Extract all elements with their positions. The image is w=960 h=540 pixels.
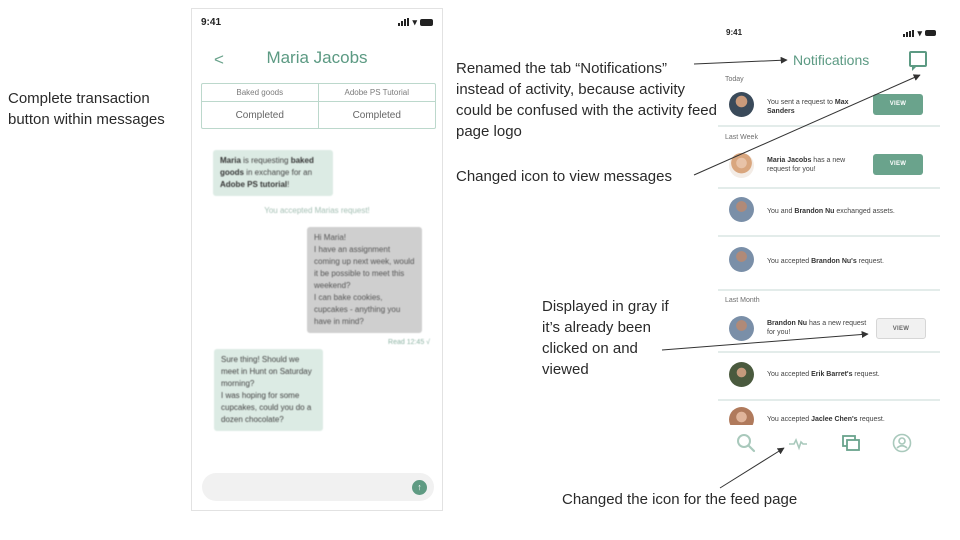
activity-pulse-icon[interactable] xyxy=(788,433,808,453)
notification-text: Brandon Nu has a new request for you! xyxy=(767,320,867,336)
tab-bar xyxy=(718,425,943,461)
chat-title: Maria Jacobs xyxy=(266,48,368,67)
view-button-viewed[interactable]: VIEW xyxy=(876,318,926,339)
divider xyxy=(718,351,940,353)
divider xyxy=(718,289,940,291)
avatar xyxy=(729,197,754,222)
status-time: 9:41 xyxy=(201,17,222,28)
annotation-message-icon: Changed icon to view messages xyxy=(456,168,672,185)
complete-button-right[interactable]: Completed xyxy=(319,102,436,128)
wifi-icon: ▾ xyxy=(412,17,417,27)
page-title: Notifications xyxy=(793,52,870,68)
divider xyxy=(718,125,940,127)
accepted-notice: You accepted Marias request! xyxy=(264,206,370,215)
sent-message: Hi Maria! I have an assignment coming up… xyxy=(307,227,422,333)
notification-text: Maria Jacobs has a new request for you! xyxy=(767,157,846,173)
status-time: 9:41 xyxy=(726,28,743,37)
complete-button-left[interactable]: Completed xyxy=(202,102,319,128)
send-button[interactable]: ↑ xyxy=(412,480,427,495)
avatar xyxy=(729,153,754,178)
view-button[interactable]: VIEW xyxy=(873,154,923,175)
received-message: Sure thing! Should we meet in Hunt on Sa… xyxy=(214,349,323,431)
section-last-week: Last Week xyxy=(725,134,758,141)
avatar xyxy=(729,92,754,117)
read-receipt: Read 12:45 √ xyxy=(388,339,430,346)
notifications-screen: 9:41 ▾ Notifications Today You sent a re… xyxy=(718,17,943,461)
notification-text: You accepted Brandon Nu's request. xyxy=(767,258,884,265)
messages-tab-icon[interactable] xyxy=(841,433,861,453)
section-today: Today xyxy=(725,76,744,83)
notification-text: You accepted Jaclee Chen's request. xyxy=(767,416,885,423)
view-button[interactable]: VIEW xyxy=(873,94,923,115)
divider xyxy=(718,235,940,237)
arrow-up-icon: ↑ xyxy=(417,482,422,492)
deal-item-right: Adobe PS Tutorial xyxy=(318,84,435,102)
messages-icon[interactable] xyxy=(909,51,927,71)
annotation-gray-button: Displayed in gray if it’s already been c… xyxy=(542,298,669,378)
divider xyxy=(718,399,940,401)
transaction-table: Baked goods Adobe PS Tutorial Completed … xyxy=(201,83,436,129)
avatar xyxy=(729,362,754,387)
request-message: Maria is requesting baked goods in excha… xyxy=(213,150,333,196)
avatar xyxy=(729,247,754,272)
annotation-complete-transaction: Complete transaction button within messa… xyxy=(8,90,165,128)
search-icon[interactable] xyxy=(736,433,756,453)
annotation-renamed-tab: Renamed the tab “Notifications” instead … xyxy=(456,60,717,140)
section-last-month: Last Month xyxy=(725,297,760,304)
battery-icon xyxy=(925,30,936,36)
chat-screen: 9:41 ▾ < Maria Jacobs Baked goods Adobe … xyxy=(191,8,443,511)
avatar xyxy=(729,316,754,341)
status-bar: 9:41 ▾ xyxy=(201,17,433,31)
profile-icon[interactable] xyxy=(892,433,912,453)
notification-text: You sent a request to Max Sanders xyxy=(767,99,849,115)
message-input[interactable]: ↑ xyxy=(202,473,434,501)
wifi-icon: ▾ xyxy=(917,28,922,38)
battery-icon xyxy=(420,18,433,26)
signal-icon xyxy=(903,29,915,37)
notification-text: You and Brandon Nu exchanged assets. xyxy=(767,208,895,215)
divider xyxy=(718,187,940,189)
deal-item-left: Baked goods xyxy=(202,84,319,102)
signal-icon xyxy=(398,18,410,26)
notification-text: You accepted Erik Barret's request. xyxy=(767,371,880,378)
annotation-feed-icon: Changed the icon for the feed page xyxy=(562,491,798,508)
status-bar: 9:41 ▾ xyxy=(726,28,936,42)
